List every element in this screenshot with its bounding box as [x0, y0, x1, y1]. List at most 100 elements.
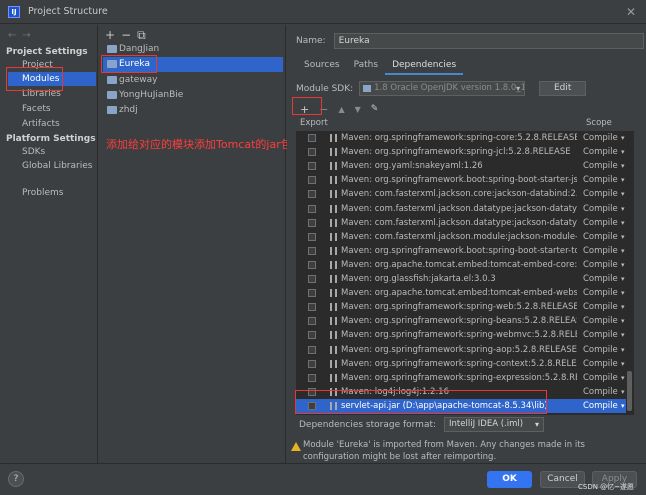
storage-format-select[interactable]: IntelliJ IDEA (.iml) ▾ [444, 417, 545, 432]
chevron-down-icon[interactable]: ▾ [621, 131, 625, 145]
chevron-down-icon[interactable]: ▾ [621, 244, 625, 258]
export-checkbox[interactable] [308, 148, 316, 157]
dependency-row[interactable]: Maven: org.springframework:spring-core:5… [296, 131, 626, 145]
dependency-row[interactable]: Maven: org.springframework:spring-expres… [296, 371, 626, 385]
chevron-down-icon[interactable]: ▾ [621, 145, 625, 159]
dependency-row[interactable]: servlet-api.jar (D:\app\apache-tomcat-8.… [296, 398, 626, 413]
tab-dependencies[interactable]: Dependencies [385, 58, 464, 75]
chevron-down-icon[interactable]: ▾ [621, 328, 625, 342]
copy-module-icon[interactable]: ⧉ [137, 28, 152, 42]
ok-button[interactable]: OK [487, 471, 532, 488]
module-item[interactable]: gateway [103, 73, 283, 88]
export-checkbox[interactable] [308, 204, 316, 213]
chevron-down-icon[interactable]: ▾ [621, 371, 625, 385]
module-item[interactable]: YongHuJianBie [103, 88, 283, 103]
dependency-scope[interactable]: Compile [583, 357, 618, 371]
module-name-input[interactable]: Eureka [333, 33, 644, 49]
export-checkbox[interactable] [308, 331, 316, 340]
back-arrow-icon[interactable]: ← [8, 30, 22, 41]
chevron-down-icon[interactable]: ▾ [621, 286, 625, 300]
edit-sdk-button[interactable]: Edit [539, 81, 587, 96]
chevron-down-icon[interactable]: ▾ [621, 385, 625, 399]
export-checkbox[interactable] [308, 317, 316, 326]
edit-dependency-icon[interactable]: ✎ [371, 104, 379, 114]
export-checkbox[interactable] [308, 176, 316, 185]
dependency-scope[interactable]: Compile [583, 244, 618, 258]
module-sdk-select[interactable]: 1.8 Oracle OpenJDK version 1.8.0_192 ▾ [359, 81, 526, 96]
export-checkbox[interactable] [308, 303, 316, 312]
export-checkbox[interactable] [308, 232, 316, 241]
add-dependency-icon[interactable]: + [300, 103, 309, 116]
export-checkbox[interactable] [308, 289, 316, 298]
export-checkbox[interactable] [308, 218, 316, 227]
nav-item-modules[interactable]: Modules [8, 72, 96, 86]
dependency-row[interactable]: Maven: org.apache.tomcat.embed:tomcat-em… [296, 258, 626, 272]
close-icon[interactable]: ✕ [626, 5, 636, 19]
module-item-selected[interactable]: Eureka [103, 57, 283, 72]
help-button[interactable]: ? [8, 471, 24, 487]
chevron-down-icon[interactable]: ▾ [621, 258, 625, 272]
dependency-row[interactable]: Maven: org.springframework:spring-jcl:5.… [296, 145, 626, 159]
dependency-row[interactable]: Maven: com.fasterxml.jackson.datatype:ja… [296, 202, 626, 216]
chevron-down-icon[interactable]: ▾ [621, 399, 625, 413]
export-checkbox[interactable] [308, 345, 316, 354]
dependency-row[interactable]: Maven: org.springframework:spring-web:5.… [296, 300, 626, 314]
export-checkbox[interactable] [308, 260, 316, 269]
remove-module-icon[interactable]: − [121, 28, 137, 42]
export-checkbox[interactable] [308, 275, 316, 283]
nav-arrows[interactable]: ←→ [8, 30, 37, 41]
export-checkbox[interactable] [308, 387, 316, 396]
tab-sources[interactable]: Sources [297, 58, 347, 75]
dependency-row[interactable]: Maven: org.springframework:spring-beans:… [296, 314, 626, 328]
dependency-scope[interactable]: Compile [583, 258, 618, 272]
nav-item-artifacts[interactable]: Artifacts [8, 117, 96, 131]
dependency-scope[interactable]: Compile [583, 272, 618, 286]
dependency-scope[interactable]: Compile [583, 202, 618, 216]
tab-paths[interactable]: Paths [347, 58, 385, 75]
chevron-down-icon[interactable]: ▾ [621, 202, 625, 216]
dependency-row[interactable]: Maven: org.springframework.boot:spring-b… [296, 244, 626, 258]
dependency-row[interactable]: Maven: log4j:log4j:1.2.16 Compile ▾ [296, 385, 626, 399]
chevron-down-icon[interactable]: ▾ [621, 343, 625, 357]
export-checkbox[interactable] [308, 190, 316, 199]
dependency-scope[interactable]: Compile [583, 328, 618, 342]
export-checkbox[interactable] [308, 373, 316, 382]
remove-dependency-icon[interactable]: − [319, 103, 328, 116]
nav-item-problems[interactable]: Problems [8, 186, 96, 200]
dependency-scope[interactable]: Compile [583, 314, 618, 328]
dependency-row[interactable]: Maven: org.apache.tomcat.embed:tomcat-em… [296, 286, 626, 300]
export-checkbox[interactable] [308, 401, 316, 410]
dependencies-scrollbar[interactable] [627, 371, 632, 411]
dependency-row[interactable]: Maven: com.fasterxml.jackson.datatype:ja… [296, 216, 626, 230]
dependency-scope[interactable]: Compile [583, 216, 618, 230]
chevron-down-icon[interactable]: ▾ [621, 272, 625, 286]
forward-arrow-icon[interactable]: → [22, 30, 36, 41]
dependency-scope[interactable]: Compile [583, 399, 618, 413]
dependency-row[interactable]: Maven: org.yaml:snakeyaml:1.26 Compile ▾ [296, 159, 626, 173]
dependency-row[interactable]: Maven: org.glassfish:jakarta.el:3.0.3 Com… [296, 272, 626, 286]
dependency-row[interactable]: Maven: org.springframework:spring-contex… [296, 357, 626, 371]
dependency-row[interactable]: Maven: org.springframework.boot:spring-b… [296, 173, 626, 187]
dependency-row[interactable]: Maven: org.springframework:spring-aop:5.… [296, 343, 626, 357]
move-up-icon[interactable]: ▲ [338, 105, 344, 114]
chevron-down-icon[interactable]: ▾ [621, 230, 625, 244]
module-item[interactable]: zhdj [103, 103, 283, 118]
chevron-down-icon[interactable]: ▾ [621, 159, 625, 173]
dependency-row[interactable]: Maven: com.fasterxml.jackson.module:jack… [296, 230, 626, 244]
export-checkbox[interactable] [308, 246, 316, 255]
dependency-scope[interactable]: Compile [583, 371, 618, 385]
dependency-row[interactable]: Maven: org.springframework:spring-webmvc… [296, 328, 626, 342]
dependency-scope[interactable]: Compile [583, 230, 618, 244]
move-down-icon[interactable]: ▼ [355, 105, 361, 114]
nav-item-facets[interactable]: Facets [8, 102, 96, 116]
nav-item-global-libraries[interactable]: Global Libraries [8, 159, 96, 173]
chevron-down-icon[interactable]: ▾ [621, 173, 625, 187]
chevron-down-icon[interactable]: ▾ [621, 357, 625, 371]
nav-item-project[interactable]: Project [8, 58, 96, 72]
nav-item-sdks[interactable]: SDKs [8, 145, 96, 159]
dependency-row[interactable]: Maven: com.fasterxml.jackson.core:jackso… [296, 187, 626, 201]
nav-item-libraries[interactable]: Libraries [8, 87, 96, 101]
dependency-scope[interactable]: Compile [583, 145, 618, 159]
chevron-down-icon[interactable]: ▾ [621, 314, 625, 328]
dependency-scope[interactable]: Compile [583, 300, 618, 314]
